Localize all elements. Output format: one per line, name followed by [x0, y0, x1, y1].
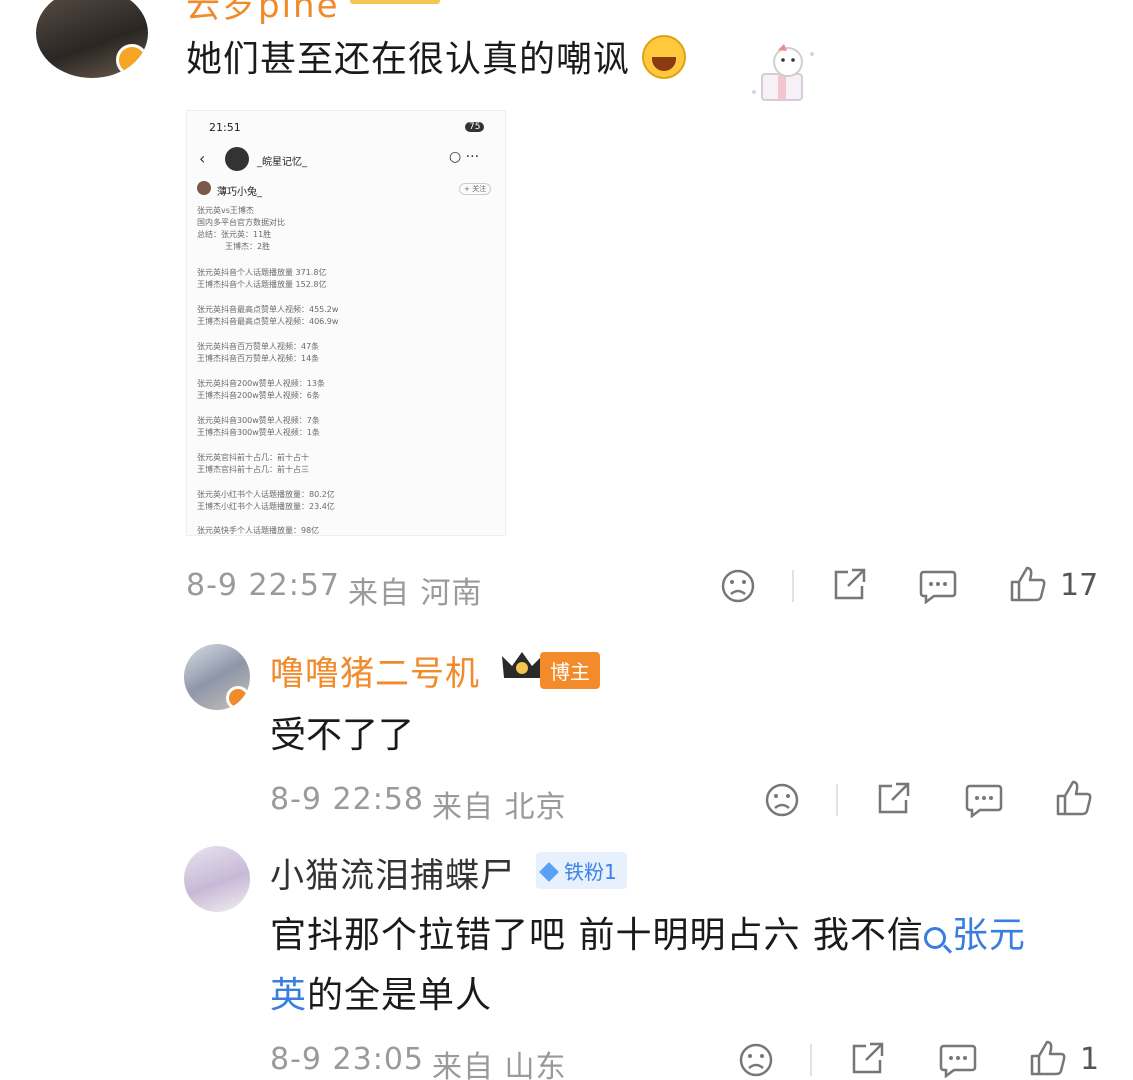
dislike-face-icon[interactable]: [738, 1042, 774, 1078]
comment-text-body: 的全是单人: [307, 975, 493, 1016]
image-text-line: 王博杰抖音最高点赞单人视频：406.9w: [197, 317, 339, 326]
image-text-line: 王博杰小红书个人话题播放量：23.4亿: [197, 502, 335, 511]
verified-badge-icon: [116, 44, 148, 76]
comment-username[interactable]: 云岁pine: [186, 0, 340, 27]
image-text-line: 张元英抖音百万赞单人视频：47条: [197, 342, 320, 351]
image-text-line: 王博杰抖音300w赞单人视频：1条: [197, 428, 320, 437]
comment-date: 8-9 22:57: [186, 568, 340, 603]
image-text-line: 张元英抖音300w赞单人视频：7条: [197, 416, 320, 425]
comment-location: 来自 山东: [432, 1050, 567, 1080]
image-author-avatar: [197, 181, 211, 195]
search-link[interactable]: 张元: [923, 915, 1026, 956]
divider: [836, 784, 838, 816]
image-text-line: 王博杰官抖前十占几：前十占三: [197, 465, 309, 474]
image-text-line: 张元英抖音最高点赞单人视频：455.2w: [197, 305, 339, 314]
comment-date: 8-9 23:05: [270, 1042, 424, 1077]
laugh-emoji-icon: [642, 35, 687, 79]
image-follow-button: + 关注: [459, 183, 492, 195]
image-author-name: 薄巧小兔_: [217, 187, 262, 198]
like-thumb-icon[interactable]: [1028, 1038, 1068, 1078]
comment-location: 来自 北京: [432, 790, 567, 825]
image-text-line: 张元英官抖前十占几：前十占十: [197, 453, 309, 462]
diamond-icon: [539, 862, 559, 882]
crown-icon: [502, 652, 542, 678]
image-battery: 75: [465, 122, 485, 132]
share-icon[interactable]: [830, 566, 868, 604]
fan-tag: 铁粉1: [536, 852, 627, 889]
image-text-line: 王博杰抖音百万赞单人视频：14条: [197, 354, 320, 363]
comment-location: 来自 河南: [348, 576, 483, 611]
image-back-icon: ‹: [199, 149, 206, 168]
avatar[interactable]: [184, 644, 250, 710]
image-text-line: 张元英快手个人话题播放量：98亿: [197, 526, 320, 535]
image-account-name: _皖星记忆_: [257, 157, 307, 168]
comment-date: 8-9 22:58: [270, 782, 424, 817]
image-text-line: 总结：张元英：11胜: [197, 230, 272, 239]
image-search-icon: ○ ···: [449, 149, 480, 165]
comment-username[interactable]: 噜噜猪二号机: [270, 646, 480, 695]
avatar[interactable]: [184, 846, 250, 912]
author-tag: 博主: [540, 652, 600, 689]
search-link-text[interactable]: 英: [270, 975, 307, 1016]
image-text-line: 国内多平台官方数据对比: [197, 218, 285, 227]
like-thumb-icon[interactable]: [1008, 564, 1048, 604]
like-count: 17: [1060, 568, 1099, 603]
divider: [792, 570, 794, 602]
image-text-line: 张元英抖音200w赞单人视频：13条: [197, 379, 325, 388]
verified-badge-icon: [226, 686, 250, 710]
dislike-face-icon[interactable]: [720, 568, 756, 604]
comment-username[interactable]: 小猫流泪捕蝶尸: [270, 848, 515, 897]
comment-text: 官抖那个拉错了吧 前十明明占六 我不信 张元: [270, 906, 1026, 958]
search-icon: [923, 927, 946, 949]
comment-icon[interactable]: [964, 782, 1004, 818]
image-text-line: 王博杰抖音200w赞单人视频：6条: [197, 391, 320, 400]
comment-text-body: 她们甚至还在很认真的嘲讽: [186, 39, 631, 80]
comment-icon[interactable]: [918, 568, 958, 604]
comment-text-body: 官抖那个拉错了吧 前十明明占六 我不信: [270, 915, 924, 956]
attached-image[interactable]: 21:51 75 ‹ _皖星记忆_ ○ ··· 薄巧小兔_ + 关注 张元英vs…: [186, 110, 506, 536]
divider: [810, 1044, 812, 1076]
image-status-time: 21:51: [209, 121, 241, 134]
like-thumb-icon[interactable]: [1054, 778, 1094, 818]
comment-text: 受不了了: [270, 715, 415, 756]
image-text-line: 王博杰：2胜: [225, 242, 271, 251]
fan-tag-label: 铁粉1: [564, 860, 617, 884]
comment-text-line-2: 英的全是单人: [270, 966, 492, 1018]
image-text-line: 张元英抖音个人话题播放量 371.8亿: [197, 268, 327, 277]
share-icon[interactable]: [848, 1040, 886, 1078]
share-icon[interactable]: [874, 780, 912, 818]
avatar[interactable]: [36, 0, 148, 78]
comment-icon[interactable]: [938, 1042, 978, 1078]
image-text-line: 张元英vs王博杰: [197, 206, 254, 215]
image-text-line: 王博杰抖音个人话题播放量 152.8亿: [197, 280, 327, 289]
comment-text: 她们甚至还在很认真的嘲讽: [186, 30, 687, 82]
gift-bear-sticker-icon: [752, 44, 814, 101]
image-avatar: [225, 147, 249, 171]
user-badge: [350, 0, 440, 4]
dislike-face-icon[interactable]: [764, 782, 800, 818]
image-text-line: 张元英小红书个人话题播放量：80.2亿: [197, 490, 335, 499]
like-count: 1: [1080, 1042, 1100, 1077]
search-link-text[interactable]: 张元: [952, 915, 1026, 956]
